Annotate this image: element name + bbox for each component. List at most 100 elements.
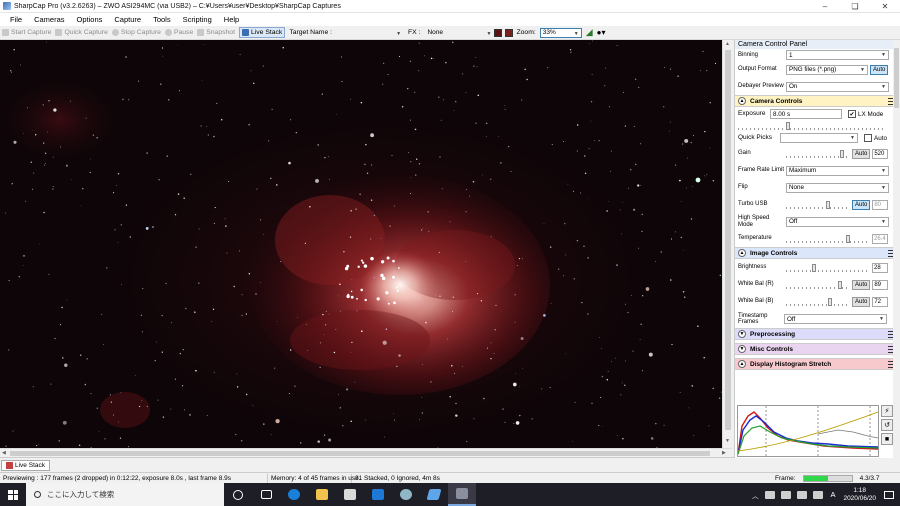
scroll-right-icon[interactable]: ▶ [722, 450, 726, 456]
chevron-up-icon[interactable]: ▲ [738, 249, 746, 257]
start-button[interactable] [0, 483, 26, 506]
app-icon-gear[interactable] [392, 483, 420, 506]
ime-indicator[interactable]: A [830, 490, 835, 499]
volume-icon[interactable] [813, 490, 824, 499]
live-stack-tab[interactable]: Live Stack [1, 460, 50, 471]
reset-icon[interactable]: ↺ [881, 419, 893, 431]
white-bal-b-auto-button[interactable]: Auto [852, 296, 871, 307]
display-histogram-section[interactable]: ▲ Display Histogram Stretch [735, 358, 900, 370]
histogram-display[interactable] [737, 405, 879, 457]
exposure-input[interactable]: 8.00 s [770, 109, 842, 119]
brightness-slider[interactable] [786, 263, 870, 273]
slider-knob[interactable] [826, 200, 830, 209]
snapshot-button[interactable]: Snapshot [197, 29, 235, 36]
white-bal-b-slider[interactable] [786, 297, 850, 307]
cortana-icon[interactable] [224, 483, 252, 506]
white-bal-b-value[interactable]: 72 [872, 296, 889, 307]
gain-value[interactable]: 520 [872, 148, 889, 159]
histogram-icon[interactable]: ◢ [586, 27, 593, 38]
scrollbar-thumb[interactable] [894, 48, 899, 108]
scroll-down-icon[interactable]: ▼ [725, 438, 730, 444]
slider-knob[interactable] [838, 280, 842, 289]
chevron-down-icon[interactable]: ▼ [738, 345, 746, 353]
quick-picks-auto-checkbox[interactable] [864, 134, 872, 142]
chevron-up-icon[interactable]: ▲ [738, 360, 746, 368]
slider-knob[interactable] [786, 122, 790, 130]
gain-slider[interactable] [786, 149, 850, 159]
network-icon[interactable] [765, 490, 776, 499]
brightness-value[interactable]: 28 [872, 262, 888, 273]
camera-controls-section[interactable]: ▲ Camera Controls [735, 95, 900, 107]
chevron-up-icon[interactable]: ▲ [738, 97, 746, 105]
binning-select[interactable]: 1 ▼ [786, 50, 889, 60]
chevron-up-icon[interactable]: ︿ [752, 490, 759, 500]
close-button[interactable]: ✕ [870, 0, 900, 13]
pause-button[interactable]: Pause [164, 29, 193, 36]
store-icon[interactable] [336, 483, 364, 506]
preprocessing-section[interactable]: ▼ Preprocessing [735, 328, 900, 340]
stop-capture-button[interactable]: Stop Capture [111, 29, 161, 36]
menu-scripting[interactable]: Scripting [177, 15, 218, 24]
scrollbar-thumb[interactable] [10, 451, 710, 456]
white-bal-r-value[interactable]: 89 [872, 279, 889, 290]
taskbar-search-box[interactable]: ここに入力して検索 [26, 483, 224, 506]
taskbar-clock[interactable]: 1:18 2020/06/20 [843, 487, 876, 503]
app-icon-blue[interactable] [420, 483, 448, 506]
notification-icon[interactable] [884, 490, 894, 499]
turbo-usb-slider[interactable] [786, 200, 850, 210]
lx-mode-checkbox[interactable]: ✔ [848, 110, 856, 118]
image-vertical-scrollbar[interactable]: ▲ ▼ [722, 40, 732, 448]
slider-knob[interactable] [812, 263, 816, 272]
zoom-tool-icon[interactable]: ●▾ [597, 28, 606, 37]
panel-scrollbar[interactable] [893, 40, 900, 458]
auto-stretch-icon[interactable]: ⚡ [881, 405, 893, 417]
sharpcap-taskbar-icon[interactable] [448, 483, 476, 506]
image-controls-section[interactable]: ▲ Image Controls [735, 247, 900, 259]
output-format-auto-button[interactable]: Auto [870, 64, 889, 75]
menu-tools[interactable]: Tools [147, 15, 177, 24]
quick-picks-select[interactable]: ▼ [780, 133, 858, 143]
file-explorer-icon[interactable] [308, 483, 336, 506]
menu-help[interactable]: Help [218, 15, 245, 24]
debayer-select[interactable]: On ▼ [786, 81, 889, 92]
exposure-slider[interactable] [738, 121, 886, 131]
zoom-select[interactable]: 33% ▼ [539, 27, 582, 38]
menu-options[interactable]: Options [71, 15, 109, 24]
chevron-down-icon[interactable]: ▼ [738, 330, 746, 338]
battery-icon[interactable] [781, 490, 792, 499]
reticle-color-icon[interactable] [494, 28, 503, 37]
scrollbar-thumb[interactable] [725, 50, 731, 430]
target-name-combo[interactable]: ▼ [336, 28, 404, 38]
scroll-up-icon[interactable]: ▲ [725, 41, 730, 47]
slider-knob[interactable] [840, 149, 844, 158]
turbo-usb-value[interactable]: 80 [872, 199, 889, 210]
misc-controls-section[interactable]: ▼ Misc Controls [735, 343, 900, 355]
edge-browser-icon[interactable] [280, 483, 308, 506]
timestamp-select[interactable]: Off ▼ [784, 314, 887, 324]
menu-capture[interactable]: Capture [108, 15, 147, 24]
white-bal-r-auto-button[interactable]: Auto [852, 279, 871, 290]
slider-knob[interactable] [828, 297, 832, 306]
mail-icon[interactable] [364, 483, 392, 506]
overlay-color-icon[interactable] [505, 28, 514, 37]
menu-cameras[interactable]: Cameras [28, 15, 70, 24]
task-view-icon[interactable] [252, 483, 280, 506]
white-bal-r-slider[interactable] [786, 280, 850, 290]
gain-auto-button[interactable]: Auto [852, 148, 871, 159]
maximize-button[interactable]: ❏ [840, 0, 870, 13]
menu-file[interactable]: File [4, 15, 28, 24]
wifi-icon[interactable] [797, 490, 808, 499]
minimize-button[interactable]: – [810, 0, 840, 13]
turbo-usb-auto-button[interactable]: Auto [852, 199, 871, 210]
live-stack-button[interactable]: Live Stack [238, 27, 286, 38]
image-horizontal-scrollbar[interactable]: ◀ ▶ [0, 448, 732, 457]
quick-capture-button[interactable]: Quick Capture [55, 29, 108, 36]
output-format-select[interactable]: PNG files (*.png) ▼ [786, 64, 868, 75]
scroll-left-icon[interactable]: ◀ [2, 450, 6, 456]
camera-preview-image[interactable] [0, 40, 722, 448]
fx-select[interactable]: None ▼ [424, 28, 494, 38]
frame-rate-select[interactable]: Maximum ▼ [786, 165, 889, 176]
flip-select[interactable]: None ▼ [786, 182, 889, 193]
high-speed-select[interactable]: Off ▼ [786, 216, 889, 227]
save-icon[interactable]: ■ [881, 433, 893, 445]
